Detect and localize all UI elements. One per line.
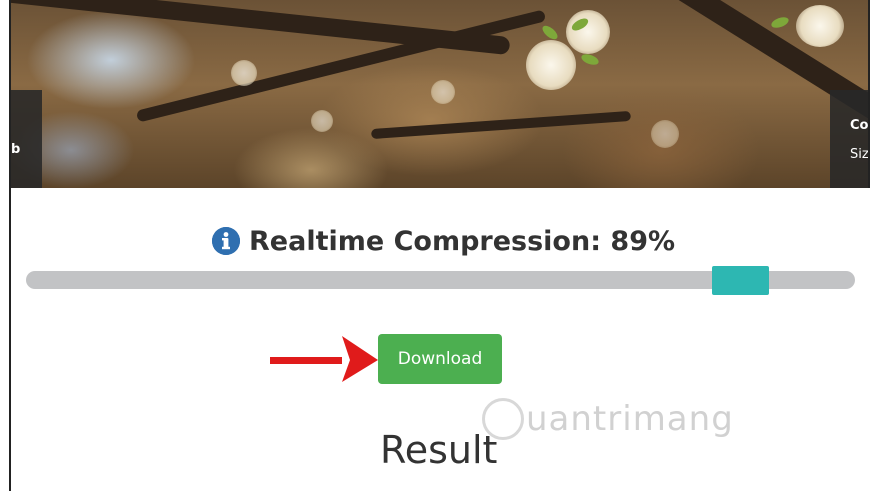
watermark-text: uantrimang [526,399,734,439]
blossom-shape [796,5,844,47]
leaf-shape [770,15,790,30]
leaf-shape [580,52,600,67]
watermark: uantrimang [482,398,734,440]
blossom-shape [566,10,610,54]
banner-image [11,0,868,188]
panel-left-text: b [11,142,21,157]
panel-right-size: Siz [850,147,868,162]
download-button[interactable]: Download [378,334,502,384]
leaf-shape [540,23,560,42]
compression-slider-handle[interactable] [712,266,769,295]
compression-header: Realtime Compression: 89% [212,222,675,260]
panel-right-title: Co [850,118,868,133]
blossom-shape [651,120,679,148]
blossom-shape [231,60,257,86]
branch-shape [370,110,632,140]
red-arrow-icon [270,336,378,382]
blossom-shape [311,110,333,132]
image-info-panel-right: Co Siz [830,90,868,188]
result-heading: Result [380,428,498,472]
blossom-shape [431,80,455,104]
compression-label: Realtime Compression: 89% [249,225,676,257]
image-info-panel-left: b [11,90,42,188]
info-circle-icon[interactable] [212,227,240,255]
blossom-shape [526,40,576,90]
